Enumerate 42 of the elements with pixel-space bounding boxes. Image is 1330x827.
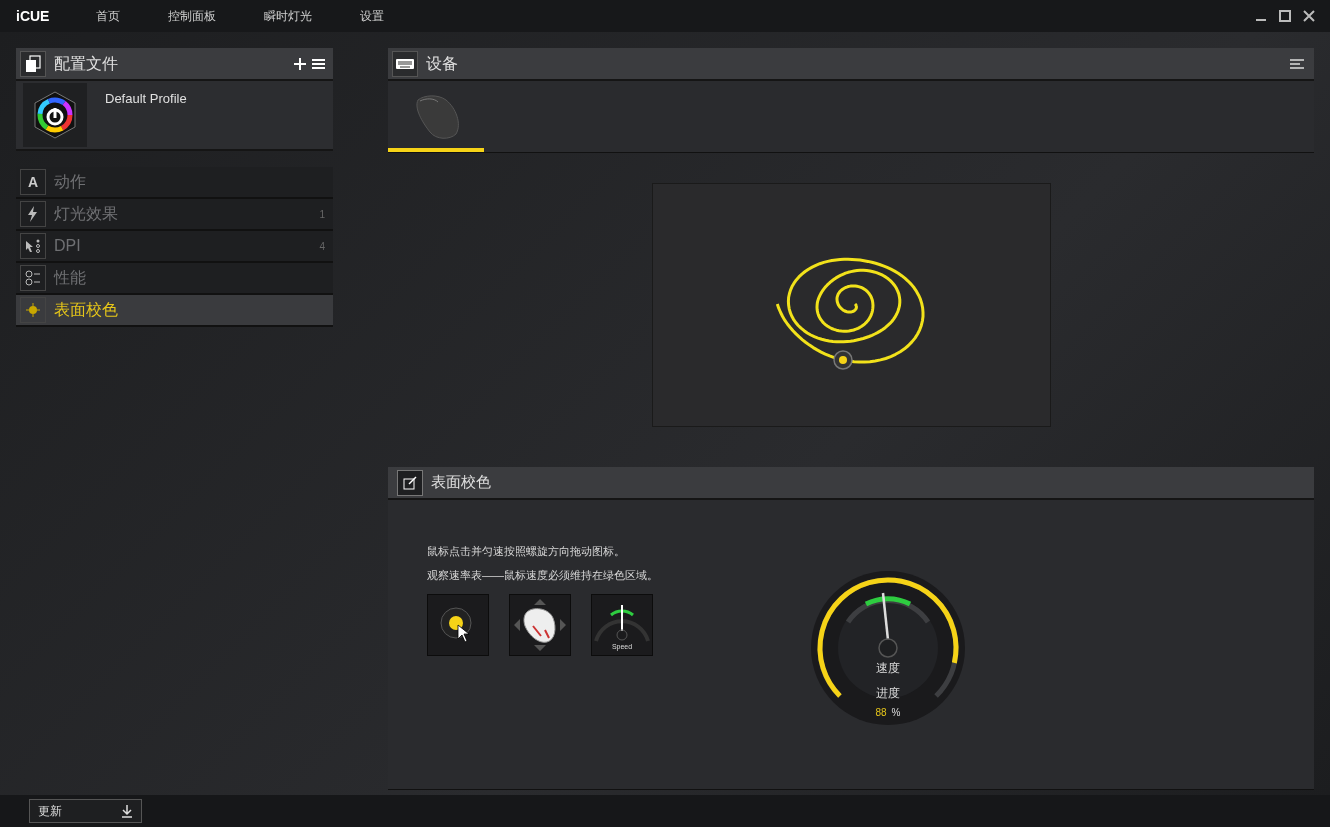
menu-icon[interactable] bbox=[312, 57, 325, 70]
progress-value: 88 bbox=[875, 706, 887, 720]
menu-item[interactable]: 表面校色 bbox=[16, 295, 333, 327]
menu-item[interactable]: A 动作 bbox=[16, 167, 333, 199]
instruction-text: 鼠标点击并匀速按照螺旋方向拖动图标。 bbox=[427, 545, 626, 557]
drag-handle-icon[interactable] bbox=[832, 349, 853, 370]
profile-name: Default Profile bbox=[105, 90, 187, 108]
letter-icon: A bbox=[27, 175, 39, 189]
nav-tab[interactable]: 瞬时灯光 bbox=[247, 7, 330, 25]
crosshair-icon bbox=[24, 301, 42, 319]
nav-tab[interactable]: 设置 bbox=[343, 7, 402, 25]
menu-label: DPI bbox=[54, 236, 81, 256]
menu-label: 动作 bbox=[54, 172, 86, 192]
update-button[interactable]: 更新 bbox=[29, 799, 142, 823]
nav-tab[interactable]: 控制面板 bbox=[151, 7, 234, 25]
speed-text: 速度 bbox=[875, 660, 901, 677]
add-icon[interactable] bbox=[294, 57, 306, 70]
calibration-title: 表面校色 bbox=[431, 472, 491, 493]
list-icon[interactable] bbox=[1290, 57, 1304, 70]
close-icon[interactable] bbox=[1302, 9, 1316, 23]
profile-logo-icon bbox=[31, 90, 79, 140]
profiles-title: 配置文件 bbox=[54, 53, 118, 74]
instruction-text: 观察速率表——鼠标速度必须维持在绿色区域。 bbox=[427, 569, 659, 581]
calibration-canvas[interactable] bbox=[651, 182, 1051, 427]
maximize-icon[interactable] bbox=[1278, 9, 1292, 23]
edit-icon bbox=[403, 475, 417, 490]
percent-unit: % bbox=[891, 706, 901, 720]
toggles-icon bbox=[24, 269, 42, 287]
keyboard-icon bbox=[395, 56, 415, 71]
menu-count: 4 bbox=[319, 239, 325, 254]
menu-label: 表面校色 bbox=[54, 300, 118, 320]
progress-text: 进度 bbox=[875, 685, 901, 702]
menu-count: 1 bbox=[319, 207, 325, 222]
pointer-dots-icon bbox=[24, 237, 42, 255]
menu-label: 灯光效果 bbox=[54, 204, 118, 224]
menu-label: 性能 bbox=[54, 268, 86, 288]
copies-icon bbox=[24, 54, 42, 73]
profile-item[interactable]: Default Profile bbox=[16, 81, 333, 151]
download-icon bbox=[121, 804, 133, 818]
devices-title: 设备 bbox=[426, 53, 458, 74]
app-logo: iCUE bbox=[16, 6, 50, 26]
nav-tab[interactable]: 首页 bbox=[79, 7, 138, 25]
